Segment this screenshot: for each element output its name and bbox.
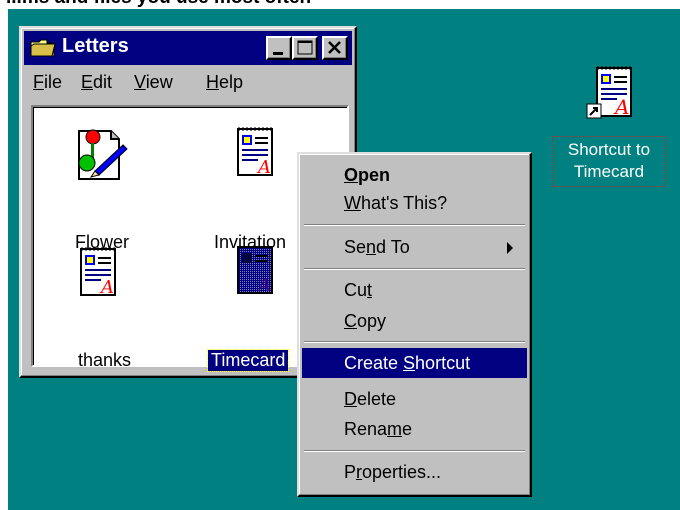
menu-separator	[304, 268, 525, 270]
menu-item-delete[interactable]: Delete	[302, 384, 527, 414]
wordpad-document-icon[interactable]: A	[228, 123, 288, 183]
minimize-icon	[273, 52, 283, 55]
menu-item-send-to[interactable]: Send To	[302, 232, 527, 262]
menu-separator	[304, 224, 525, 226]
page-caption: ...ms and files you use most often	[6, 0, 311, 9]
folder-icon	[30, 39, 56, 57]
window-title: Letters	[62, 35, 129, 57]
shortcut-label-line1: Shortcut to	[567, 140, 651, 159]
close-button[interactable]	[322, 36, 348, 60]
maximize-icon	[297, 40, 313, 55]
menu-view[interactable]: View	[134, 72, 173, 93]
menu-help[interactable]: Help	[206, 72, 243, 93]
menu-edit[interactable]: Edit	[81, 72, 112, 93]
menu-item-properties[interactable]: Properties...	[302, 457, 527, 487]
maximize-button[interactable]	[292, 36, 318, 60]
shortcut-label[interactable]: Shortcut to Timecard	[552, 136, 666, 187]
paint-document-icon[interactable]	[71, 125, 131, 185]
svg-text:A: A	[256, 157, 271, 178]
svg-text:A: A	[99, 277, 114, 298]
menu-item-whats-this[interactable]: What's This?	[302, 188, 527, 218]
menu-file[interactable]: File	[33, 72, 62, 93]
close-icon	[328, 41, 341, 54]
wordpad-document-icon[interactable]: A	[71, 243, 131, 303]
context-menu[interactable]: Open What's This? Send To Cut Copy Creat…	[297, 152, 532, 497]
menu-item-rename[interactable]: Rename	[302, 414, 527, 444]
title-bar[interactable]: Letters	[24, 31, 352, 65]
menu-bar: File Edit View Help	[24, 68, 352, 98]
minimize-button[interactable]	[266, 36, 292, 60]
file-label-timecard[interactable]: Timecard	[206, 349, 290, 372]
wordpad-document-icon[interactable]: A	[228, 241, 288, 301]
menu-separator	[304, 450, 525, 452]
submenu-arrow-icon	[507, 242, 513, 254]
menu-item-copy[interactable]: Copy	[302, 306, 527, 336]
menu-separator	[304, 341, 525, 343]
menu-item-open[interactable]: Open	[302, 160, 527, 190]
svg-text:A: A	[613, 95, 629, 119]
wordpad-shortcut-icon[interactable]: A	[585, 64, 645, 126]
file-label-thanks[interactable]: thanks	[78, 350, 131, 371]
shortcut-label-line2: Timecard	[573, 162, 645, 181]
menu-item-cut[interactable]: Cut	[302, 275, 527, 305]
svg-text:A: A	[256, 275, 271, 296]
menu-item-create-shortcut[interactable]: Create Shortcut	[302, 348, 527, 378]
